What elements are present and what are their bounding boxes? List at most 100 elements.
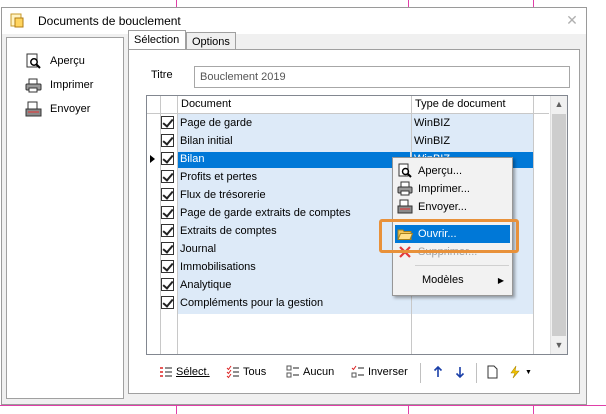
row-indicator — [147, 276, 159, 294]
sidebar-item-label: Envoyer — [50, 103, 91, 115]
select-list-icon — [160, 367, 172, 377]
none-label: Aucun — [303, 366, 335, 378]
lightning-icon — [510, 365, 520, 379]
new-document-button[interactable] — [485, 363, 499, 381]
toolbar-separator — [476, 363, 477, 383]
grid-toolbar: Sélect. Tous Aucun Inverser ▼ — [146, 361, 546, 385]
row-checkbox[interactable] — [161, 170, 174, 183]
row-type — [412, 296, 534, 312]
printer-icon — [397, 181, 413, 196]
tab-label: Options — [192, 36, 230, 48]
row-indicator — [147, 150, 159, 168]
sidebar-item-label: Aperçu — [50, 55, 85, 67]
check-all-icon — [226, 365, 239, 379]
row-indicator — [147, 240, 159, 258]
row-indicator — [147, 258, 159, 276]
row-document: Immobilisations — [180, 261, 256, 273]
table-row[interactable]: Page de garde WinBIZ — [147, 114, 549, 132]
row-checkbox[interactable] — [161, 152, 174, 165]
titre-label: Titre — [151, 69, 173, 81]
row-indicator — [147, 222, 159, 240]
header-check — [161, 96, 178, 113]
highlight-annotation — [379, 219, 519, 253]
row-document: Profits et pertes — [180, 171, 258, 183]
row-type: WinBIZ — [414, 117, 451, 129]
actions-dropdown-button[interactable]: ▼ — [508, 363, 532, 381]
invert-button[interactable]: Inverser — [351, 363, 408, 381]
tab-options[interactable]: Options — [186, 32, 236, 50]
menu-item-envoyer[interactable]: Envoyer... — [395, 198, 510, 216]
sidebar-item-label: Imprimer — [50, 79, 94, 91]
scroll-down-icon[interactable]: ▼ — [551, 337, 567, 354]
arrow-up-icon — [433, 365, 443, 377]
arrow-down-icon — [455, 367, 465, 379]
all-button[interactable]: Tous — [226, 363, 266, 381]
grid-header: Document Type de document — [147, 96, 549, 114]
menu-separator — [415, 265, 509, 266]
row-document: Flux de trésorerie — [180, 189, 266, 201]
row-checkbox[interactable] — [161, 260, 174, 273]
tab-selection[interactable]: Sélection — [128, 30, 186, 50]
menu-icon-placeholder — [397, 272, 413, 288]
grid-line — [177, 113, 178, 354]
row-document: Analytique — [180, 279, 232, 291]
row-checkbox[interactable] — [161, 242, 174, 255]
row-checkbox[interactable] — [161, 206, 174, 219]
grid-line — [533, 113, 534, 354]
app-icon — [10, 13, 24, 28]
sidebar-item-envoyer[interactable]: Envoyer — [25, 100, 90, 118]
scroll-thumb[interactable] — [552, 114, 566, 336]
row-document: Page de garde — [180, 117, 253, 129]
row-document: Page de garde extraits de comptes — [180, 207, 351, 219]
sidebar-item-apercu[interactable]: Aperçu — [25, 52, 85, 70]
row-document: Bilan initial — [180, 135, 233, 147]
printer-icon — [25, 78, 42, 92]
sidebar-item-imprimer[interactable]: Imprimer — [25, 76, 93, 94]
chevron-down-icon: ▼ — [525, 368, 532, 376]
menu-item-label: Envoyer... — [418, 201, 467, 213]
row-document: Extraits de comptes — [180, 225, 277, 237]
row-checkbox[interactable] — [161, 116, 174, 129]
guide-line — [0, 405, 606, 406]
menu-item-label: Aperçu... — [418, 165, 463, 177]
menu-item-modeles[interactable]: Modèles ▶ — [395, 271, 510, 289]
row-checkbox[interactable] — [161, 278, 174, 291]
row-document: Journal — [180, 243, 217, 255]
send-icon — [25, 101, 42, 116]
row-indicator — [147, 168, 159, 186]
toolbar-separator — [420, 363, 421, 383]
select-label: Sélect. — [176, 366, 210, 378]
titre-input[interactable] — [194, 66, 570, 88]
row-checkbox[interactable] — [161, 188, 174, 201]
move-down-button[interactable] — [453, 363, 467, 381]
row-checkbox[interactable] — [161, 296, 174, 309]
column-header-type[interactable]: Type de document — [412, 96, 534, 113]
row-type: WinBIZ — [414, 135, 451, 147]
table-row[interactable]: Compléments pour la gestion — [147, 294, 549, 312]
scroll-up-icon[interactable]: ▲ — [551, 96, 567, 113]
sidebar: Aperçu Imprimer Envoyer — [6, 37, 124, 399]
grid-scrollbar[interactable]: ▲ ▼ — [550, 96, 567, 354]
move-up-button[interactable] — [431, 363, 445, 381]
row-checkbox[interactable] — [161, 134, 174, 147]
close-button[interactable]: ✕ — [564, 12, 580, 28]
row-checkbox[interactable] — [161, 224, 174, 237]
table-row[interactable]: Bilan initial WinBIZ — [147, 132, 549, 150]
row-indicator — [147, 204, 159, 222]
menu-item-apercu[interactable]: Aperçu... — [395, 162, 510, 180]
column-header-document[interactable]: Document — [178, 96, 412, 113]
menu-item-label: Imprimer... — [418, 183, 470, 195]
chevron-right-icon: ▶ — [497, 275, 504, 285]
menu-item-label: Modèles — [422, 274, 464, 286]
new-document-icon — [487, 365, 498, 379]
grid-line — [160, 113, 161, 354]
none-button[interactable]: Aucun — [286, 363, 334, 381]
select-button[interactable]: Sélect. — [159, 363, 210, 381]
send-icon — [397, 199, 413, 214]
row-indicator — [147, 132, 159, 150]
row-indicator — [147, 114, 159, 132]
header-indicator — [147, 96, 161, 113]
row-indicator — [147, 294, 159, 312]
title-bar: Documents de bouclement ✕ — [2, 8, 586, 34]
menu-item-imprimer[interactable]: Imprimer... — [395, 180, 510, 198]
